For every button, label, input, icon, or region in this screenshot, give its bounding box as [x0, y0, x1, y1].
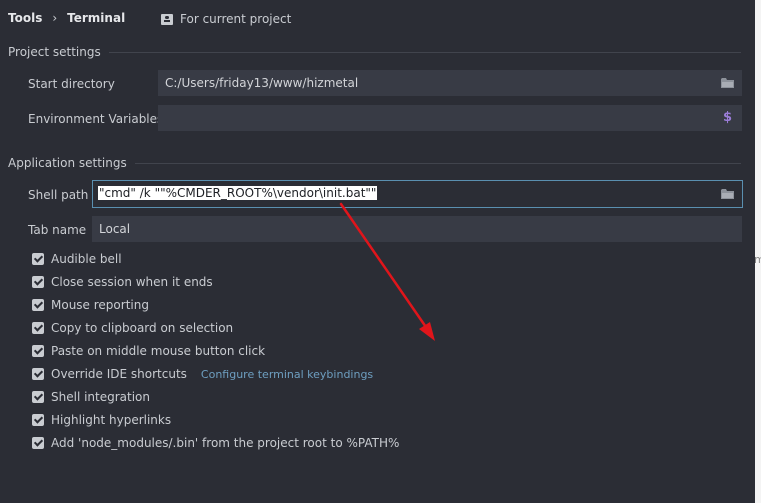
scope-label: For current project	[180, 12, 292, 26]
checkbox-checked[interactable]	[32, 299, 44, 311]
checkbox-checked[interactable]	[32, 322, 44, 334]
checkbox-checked[interactable]	[32, 345, 44, 357]
checkbox-checked[interactable]	[32, 391, 44, 403]
option-copy-clipboard[interactable]: Copy to clipboard on selection	[32, 320, 233, 336]
option-label: Close session when it ends	[51, 275, 213, 289]
shell-path-label: Shell path	[28, 188, 89, 202]
option-label: Mouse reporting	[51, 298, 149, 312]
project-scope-icon	[161, 13, 173, 25]
section-divider	[108, 51, 741, 53]
option-node-modules-path[interactable]: Add 'node_modules/.bin' from the project…	[32, 435, 399, 451]
option-label: Override IDE shortcuts	[51, 367, 187, 381]
option-label: Copy to clipboard on selection	[51, 321, 234, 335]
checkbox-checked[interactable]	[32, 368, 44, 380]
option-label: Highlight hyperlinks	[51, 413, 172, 427]
option-override-ide-shortcuts[interactable]: Override IDE shortcuts Configure termina…	[32, 366, 373, 382]
window-edge	[755, 0, 761, 503]
option-close-session[interactable]: Close session when it ends	[32, 274, 213, 290]
folder-icon[interactable]	[721, 189, 734, 199]
start-directory-value: C:/Users/friday13/www/hizmetal	[165, 76, 359, 90]
checkbox-checked[interactable]	[32, 414, 44, 426]
tab-name-label: Tab name	[28, 223, 87, 237]
application-settings-heading: Application settings	[8, 156, 127, 170]
shell-path-value: "cmd" /k ""%CMDER_ROOT%\vendor\init.bat"…	[98, 186, 378, 200]
option-shell-integration[interactable]: Shell integration	[32, 389, 150, 405]
project-settings-heading: Project settings	[8, 45, 101, 59]
dollar-icon[interactable]: $	[723, 105, 732, 131]
breadcrumb-tools[interactable]: Tools	[8, 11, 42, 25]
edge-fragment: m	[754, 253, 761, 266]
tab-name-field[interactable]: Local	[92, 216, 742, 242]
checkbox-checked[interactable]	[32, 253, 44, 265]
configure-keybindings-link[interactable]: Configure terminal keybindings	[201, 368, 373, 381]
environment-variables-label: Environment Variables	[28, 112, 164, 126]
scope-indicator: For current project	[161, 11, 291, 27]
option-label: Shell integration	[51, 390, 151, 404]
tab-name-value: Local	[99, 222, 131, 236]
option-audible-bell[interactable]: Audible bell	[32, 251, 122, 267]
section-divider	[134, 162, 741, 164]
option-paste-middle-click[interactable]: Paste on middle mouse button click	[32, 343, 265, 359]
breadcrumb: Tools › Terminal	[8, 10, 125, 26]
shell-path-field[interactable]: "cmd" /k ""%CMDER_ROOT%\vendor\init.bat"…	[92, 180, 743, 208]
option-mouse-reporting[interactable]: Mouse reporting	[32, 297, 149, 313]
project-settings-section: Project settings	[8, 44, 741, 60]
start-directory-label: Start directory	[28, 77, 115, 91]
breadcrumb-terminal: Terminal	[67, 11, 126, 25]
checkbox-checked[interactable]	[32, 437, 44, 449]
settings-panel: Tools › Terminal For current project Pro…	[0, 0, 755, 503]
application-settings-section: Application settings	[8, 155, 741, 171]
checkbox-checked[interactable]	[32, 276, 44, 288]
folder-icon[interactable]	[721, 78, 734, 88]
option-highlight-hyperlinks[interactable]: Highlight hyperlinks	[32, 412, 171, 428]
start-directory-field[interactable]: C:/Users/friday13/www/hizmetal	[158, 70, 742, 96]
breadcrumb-separator: ›	[52, 11, 58, 25]
option-label: Audible bell	[51, 252, 122, 266]
environment-variables-field[interactable]: $	[158, 105, 742, 131]
option-label: Paste on middle mouse button click	[51, 344, 266, 358]
option-label: Add 'node_modules/.bin' from the project…	[51, 436, 400, 450]
